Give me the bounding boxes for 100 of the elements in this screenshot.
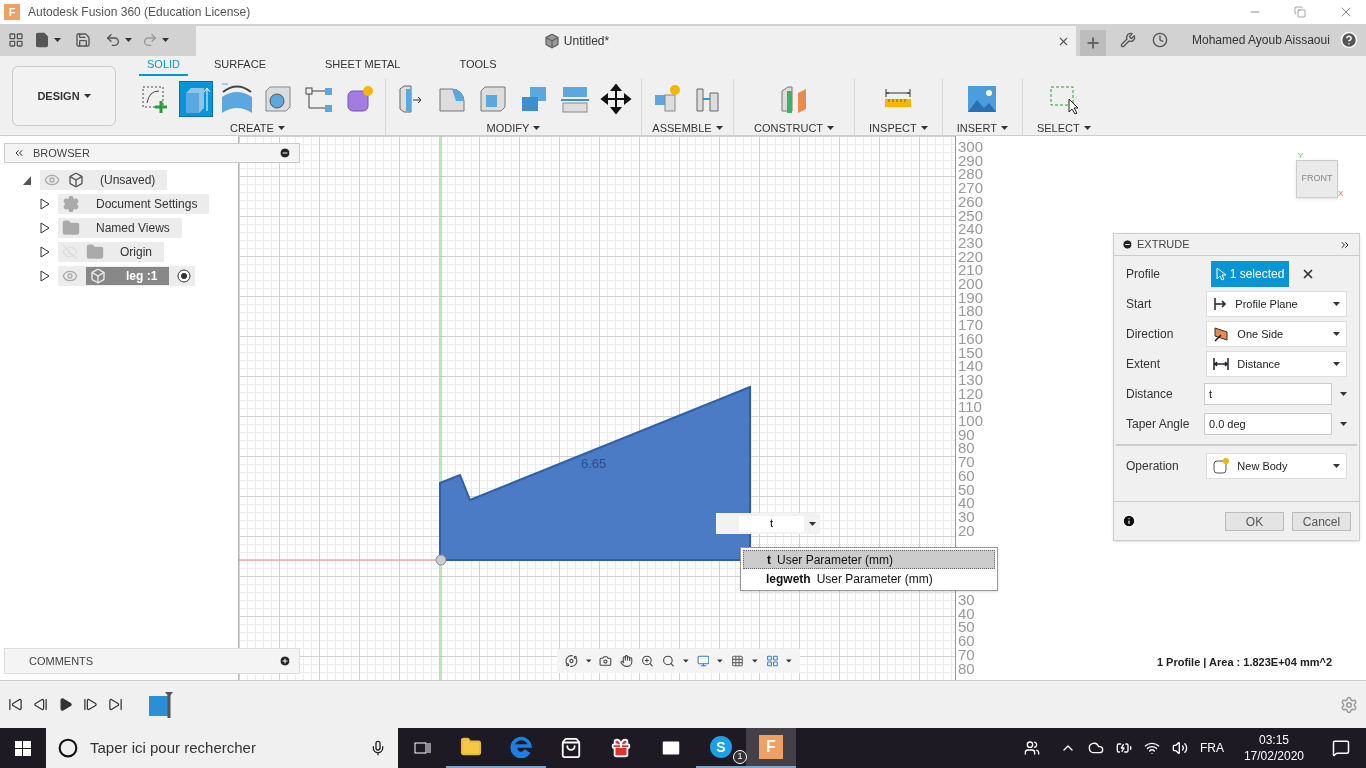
toolbar-tab[interactable]: SURFACE: [206, 56, 274, 76]
clear-selection-icon[interactable]: [1301, 267, 1315, 281]
dropdown-field[interactable]: Distance: [1206, 351, 1347, 377]
y-axis-label: Y: [1298, 152, 1304, 160]
comments-title: COMMENTS: [29, 653, 94, 669]
camera-icon[interactable]: [599, 653, 613, 669]
tool-group-menu[interactable]: SELECT: [1036, 119, 1091, 136]
collapse-triangle-icon[interactable]: [22, 174, 32, 186]
toolbar-tab[interactable]: TOOLS: [451, 56, 505, 76]
skip-to-start-icon[interactable]: [8, 697, 23, 712]
tree-item[interactable]: (Unsaved): [40, 170, 168, 190]
expand-triangle-icon[interactable]: [40, 270, 50, 282]
caret-icon: [54, 38, 61, 42]
tree-item[interactable]: Named Views: [58, 218, 182, 238]
collapse-icon[interactable]: [13, 147, 25, 159]
store-bag-icon[interactable]: [560, 737, 582, 759]
dialog-button[interactable]: OK: [1225, 511, 1284, 531]
minimize-panel-icon[interactable]: [279, 147, 291, 159]
tool-group-menu[interactable]: INSPECT: [869, 119, 928, 136]
search-field[interactable]: Taper ici pour rechercher: [46, 728, 398, 768]
timeline-feature-icon[interactable]: [147, 689, 175, 720]
tool-group-menu[interactable]: CONSTRUCT: [754, 119, 835, 136]
caret-icon: [1333, 464, 1340, 468]
field-label: Extent: [1126, 356, 1162, 373]
people-icon[interactable]: [1023, 740, 1040, 756]
toolbar-tab[interactable]: SHEET METAL: [317, 56, 409, 76]
tree-item[interactable]: Origin: [58, 242, 164, 262]
play-icon[interactable]: [58, 697, 73, 712]
minimize-panel-icon[interactable]: [1122, 239, 1133, 250]
browser-icon[interactable]: [510, 736, 532, 758]
pan-hand-icon[interactable]: [620, 653, 634, 669]
view-cube-face-label: FRONT: [1301, 172, 1333, 186]
dropdown-field[interactable]: New Body: [1206, 453, 1347, 479]
ruler-label: 270: [957, 181, 985, 195]
suggestion-item[interactable]: t User Parameter (mm): [743, 550, 995, 569]
expand-triangle-icon[interactable]: [40, 198, 50, 210]
file-explorer-icon[interactable]: [460, 736, 482, 758]
tool-group-menu[interactable]: INSERT: [956, 119, 1008, 136]
wifi-icon[interactable]: [1143, 740, 1160, 756]
ruler-label: 200: [957, 277, 985, 291]
tree-item[interactable]: leg :1: [58, 266, 196, 286]
display-icon[interactable]: [696, 653, 710, 669]
plus-icon: [1085, 35, 1101, 51]
tool-group-menu[interactable]: MODIFY: [486, 119, 541, 136]
info-icon[interactable]: [1122, 514, 1136, 528]
tool-group-menu[interactable]: ASSEMBLE: [652, 119, 723, 136]
caret-icon: [1333, 332, 1340, 336]
suggestion-item[interactable]: legweth User Parameter (mm): [743, 569, 995, 588]
apps-grid-icon[interactable]: [8, 32, 24, 48]
wrench-icon[interactable]: [1120, 32, 1136, 48]
tool-group-menu[interactable]: CREATE: [230, 119, 285, 136]
help-icon[interactable]: [1340, 31, 1358, 49]
revolve-icon: [221, 82, 253, 115]
clock[interactable]: 03:15 17/02/2020: [1235, 732, 1312, 764]
skip-to-end-icon[interactable]: [108, 697, 123, 712]
viewports-icon[interactable]: [765, 653, 779, 669]
user-name[interactable]: Mohamed Ayoub Aissaoui: [1192, 31, 1330, 49]
step-forward-icon[interactable]: [83, 697, 98, 712]
language-indicator[interactable]: FRA: [1199, 739, 1224, 757]
caret-icon: [125, 38, 132, 42]
gift-icon[interactable]: [610, 737, 632, 759]
caret-icon: [1333, 362, 1340, 366]
extent-distance-icon: [1213, 357, 1230, 371]
zoom-window-icon[interactable]: [662, 653, 675, 669]
battery-icon[interactable]: [1115, 740, 1132, 756]
grid-icon[interactable]: [731, 653, 744, 669]
speaker-icon[interactable]: [1171, 740, 1188, 756]
tree-item[interactable]: Document Settings: [58, 194, 210, 214]
expand-triangle-icon[interactable]: [40, 246, 50, 258]
ruler-label: 70: [957, 647, 975, 662]
notifications-icon[interactable]: [1332, 739, 1350, 757]
add-comment-icon[interactable]: [279, 655, 291, 667]
cloud-icon[interactable]: [1087, 740, 1104, 756]
undo-icon[interactable]: [105, 32, 121, 48]
expand-triangle-icon[interactable]: [40, 222, 50, 234]
active-radio-icon[interactable]: [177, 269, 192, 283]
ruler-label: 230: [957, 235, 985, 250]
input-field[interactable]: t: [1204, 383, 1332, 405]
orbit-icon[interactable]: [565, 653, 578, 669]
ruler-label: 80: [957, 441, 976, 456]
workspace-dropdown[interactable]: DESIGN: [12, 66, 116, 126]
field-label: Direction: [1126, 326, 1175, 343]
task-view-icon[interactable]: [413, 740, 431, 756]
clock-icon[interactable]: [1152, 32, 1168, 48]
ruler-label: 30: [957, 593, 975, 607]
dropdown-field[interactable]: Profile Plane: [1206, 291, 1347, 317]
file-icon[interactable]: [34, 32, 50, 48]
save-icon[interactable]: [75, 32, 91, 48]
step-back-icon[interactable]: [33, 697, 48, 712]
ruler-label: 40: [957, 606, 975, 621]
dialog-button[interactable]: Cancel: [1292, 511, 1351, 531]
zoom-icon[interactable]: [641, 653, 655, 669]
dimension-input[interactable]: t: [739, 515, 804, 532]
new-tab-button[interactable]: [1080, 30, 1106, 56]
document-tab[interactable]: Untitled*: [196, 26, 1076, 56]
caret-icon: [1340, 392, 1347, 396]
ruler-label: 120: [957, 386, 985, 401]
dropdown-field[interactable]: One Side: [1206, 321, 1347, 347]
input-field[interactable]: 0.0 deg: [1204, 413, 1332, 435]
new-body-icon: [1213, 458, 1230, 474]
